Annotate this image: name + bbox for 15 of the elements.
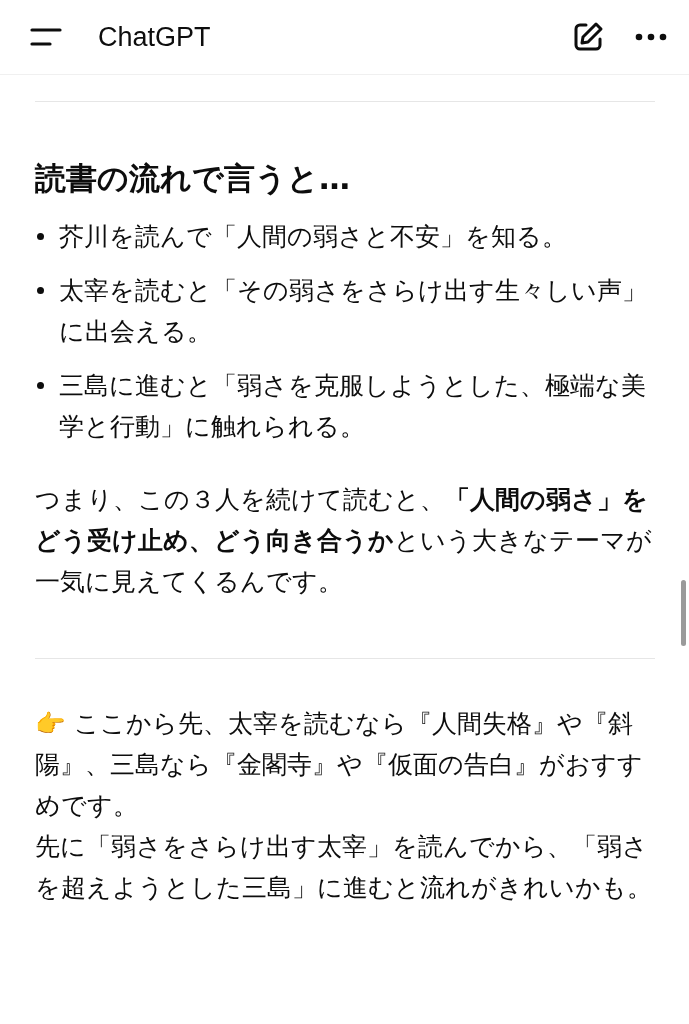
message-paragraph: 👉 ここから先、太宰を読むなら『人間失格』や『斜陽』、三島なら『金閣寺』や『仮面の告白』がおすすめです。 (35, 708, 644, 823)
summary-paragraph: つまり、この３人を続けて読むと、「人間の弱さ」をどう受け止め、どう向き合うかという大きなテーマが一気に見えてくるんです。 (35, 484, 653, 599)
menu-icon[interactable] (30, 27, 62, 47)
app-title: ChatGPT (98, 21, 212, 53)
message-paragraph: 先に「弱さをさらけ出す太宰」を読んでから、「弱さを超えようとした三島」に進むと流れがきれいかも。 (35, 831, 653, 905)
list-item-text: 三島に進むと「弱さを克服しようとした、極端な美学と行動」に触れられる。 (59, 370, 647, 444)
bullet-icon (37, 287, 44, 295)
more-button[interactable] (635, 33, 667, 41)
list-item-text: 太宰を読むと「その弱さをさらけ出す生々しい声」に出会える。 (59, 275, 648, 349)
more-icon (635, 33, 667, 41)
scrollbar[interactable] (681, 580, 686, 646)
bullet-icon (37, 382, 44, 390)
section-heading: 読書の流れで言うと… (35, 159, 351, 198)
bullet-icon (37, 233, 44, 241)
list-item-text: 芥川を読んで「人間の弱さと不安」を知る。 (59, 221, 567, 254)
